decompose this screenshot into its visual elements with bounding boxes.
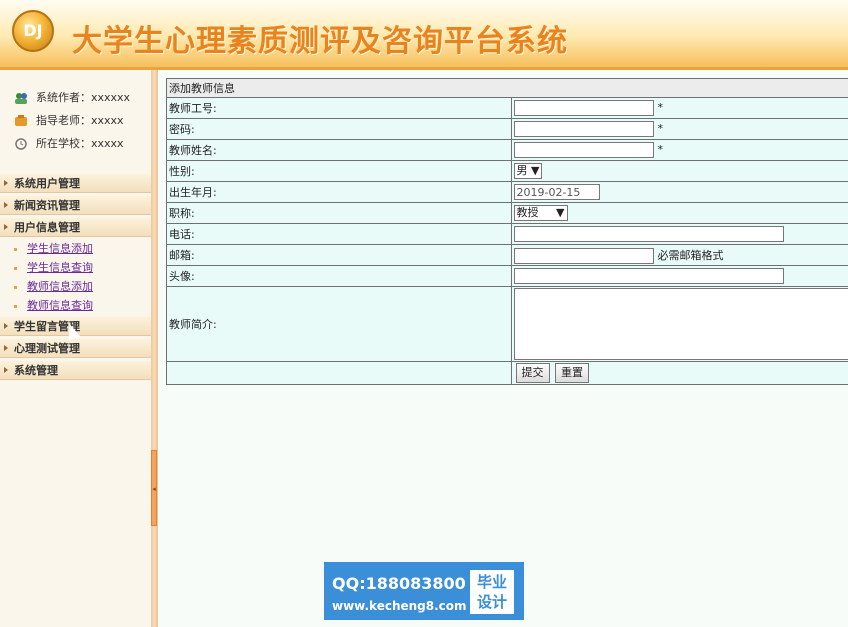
- required-mark: *: [657, 101, 664, 114]
- birthdate-label: 出生年月:: [166, 181, 512, 203]
- title-value: 教授: [516, 206, 539, 219]
- required-mark: *: [657, 122, 664, 135]
- password-label: 密码:: [166, 118, 512, 140]
- info-school: 所在学校：xxxxx: [14, 136, 124, 152]
- teacher-id-cell: *: [510, 97, 848, 119]
- teacher-id-label: 教师工号:: [166, 97, 512, 119]
- subitem-link[interactable]: 教师信息查询: [27, 299, 93, 312]
- subitem-link[interactable]: 学生信息查询: [27, 261, 93, 274]
- menu-news[interactable]: 新闻资讯管理: [0, 196, 151, 215]
- name-cell: *: [510, 139, 848, 161]
- add-teacher-form: 添加教师信息 教师工号: * 密码: * 教师姓名: * 性别: 男 ▼ 出生年…: [166, 78, 848, 385]
- app-header: DJ 大学生心理素质测评及咨询平台系统: [0, 0, 848, 70]
- info-teacher: 指导老师：xxxxx: [14, 113, 124, 129]
- title-label: 职称:: [166, 202, 512, 224]
- watermark-banner: QQ:188083800 www.kecheng8.com 毕业 设计: [324, 562, 524, 620]
- email-label: 邮箱:: [166, 244, 512, 266]
- info-author-label: 系统作者：: [36, 91, 91, 104]
- phone-input[interactable]: [513, 226, 784, 242]
- name-input[interactable]: [513, 142, 654, 158]
- watermark-badge: 毕业 设计: [470, 570, 514, 614]
- title-select[interactable]: 教授 ▼: [513, 205, 568, 221]
- watermark-url: www.kecheng8.com: [332, 599, 467, 613]
- title-cell: 教授 ▼: [510, 202, 848, 224]
- menu-system-users[interactable]: 系统用户管理: [0, 174, 151, 193]
- phone-cell: [510, 223, 848, 245]
- arrow-right-icon: [4, 323, 8, 329]
- required-mark: *: [657, 143, 664, 156]
- sidebar: 系统作者：xxxxxx 指导老师：xxxxx 所在学校：xxxxx 系统用户管理…: [0, 70, 151, 627]
- bullet-icon: [14, 266, 17, 270]
- phone-label: 电话:: [166, 223, 512, 245]
- password-input[interactable]: [513, 121, 654, 137]
- email-hint: 必需邮箱格式: [657, 248, 724, 262]
- info-author-value: xxxxxx: [91, 91, 131, 104]
- subitem-link[interactable]: 学生信息添加: [27, 242, 93, 255]
- menu-system[interactable]: 系统管理: [0, 361, 151, 380]
- form-title: 添加教师信息: [166, 78, 848, 98]
- school-icon: [14, 138, 28, 150]
- subitem-teacher-query[interactable]: 教师信息查询: [14, 298, 93, 314]
- menu-label: 系统管理: [14, 364, 58, 377]
- info-school-value: xxxxx: [91, 137, 124, 150]
- name-label: 教师姓名:: [166, 139, 512, 161]
- arrow-right-icon: [4, 180, 8, 186]
- logo: DJ: [12, 10, 54, 52]
- watermark-badge-line1: 毕业: [476, 573, 507, 591]
- password-cell: *: [510, 118, 848, 140]
- watermark-badge-line2: 设计: [476, 593, 507, 611]
- subitem-link[interactable]: 教师信息添加: [27, 280, 93, 293]
- actions-cell: 提交 重置: [510, 361, 848, 385]
- subitem-student-add[interactable]: 学生信息添加: [14, 241, 93, 257]
- birthdate-input[interactable]: [513, 184, 600, 200]
- intro-label: 教师简介:: [166, 286, 512, 362]
- avatar-input[interactable]: [513, 268, 784, 284]
- avatar-label: 头像:: [166, 265, 512, 287]
- sidebar-splitter[interactable]: [151, 70, 158, 627]
- menu-psych-tests[interactable]: 心理测试管理: [0, 339, 151, 358]
- subitem-teacher-add[interactable]: 教师信息添加: [14, 279, 93, 295]
- watermark-qq: QQ:188083800: [332, 574, 466, 593]
- actions-spacer: [166, 361, 512, 385]
- page-title: 大学生心理素质测评及咨询平台系统: [72, 24, 568, 59]
- arrow-right-icon: [4, 202, 8, 208]
- menu-label: 用户信息管理: [14, 221, 80, 234]
- teacher-id-input[interactable]: [513, 100, 654, 116]
- subitem-student-query[interactable]: 学生信息查询: [14, 260, 93, 276]
- bullet-icon: [14, 304, 17, 308]
- collapse-sidebar-handle[interactable]: ◂: [151, 450, 157, 526]
- bullet-icon: [14, 247, 17, 251]
- bullet-icon: [14, 285, 17, 289]
- email-input[interactable]: [513, 247, 654, 264]
- info-author: 系统作者：xxxxxx: [14, 90, 130, 106]
- gender-label: 性别:: [166, 160, 512, 182]
- gender-cell: 男 ▼: [510, 160, 848, 182]
- gender-select[interactable]: 男 ▼: [513, 163, 543, 179]
- menu-label: 心理测试管理: [14, 342, 80, 355]
- email-cell: 必需邮箱格式: [510, 244, 848, 266]
- reset-button[interactable]: 重置: [555, 363, 589, 383]
- intro-cell: [510, 286, 848, 362]
- gender-value: 男: [516, 164, 528, 177]
- avatar-cell: [510, 265, 848, 287]
- submit-button[interactable]: 提交: [515, 363, 550, 383]
- arrow-right-icon: [4, 367, 8, 373]
- info-teacher-value: xxxxx: [91, 114, 124, 127]
- intro-textarea[interactable]: [513, 288, 848, 360]
- chevron-down-icon: ▼: [531, 164, 540, 177]
- birthdate-cell: [510, 181, 848, 203]
- arrow-right-icon: [4, 345, 8, 351]
- arrow-right-icon: [4, 224, 8, 230]
- teacher-icon: [14, 115, 28, 127]
- menu-label: 系统用户管理: [14, 177, 80, 190]
- users-icon: [14, 92, 28, 104]
- info-teacher-label: 指导老师：: [36, 114, 91, 127]
- menu-user-info[interactable]: 用户信息管理: [0, 218, 151, 237]
- chevron-down-icon: ▼: [556, 206, 565, 219]
- menu-label: 新闻资讯管理: [14, 199, 80, 212]
- info-school-label: 所在学校：: [36, 137, 91, 150]
